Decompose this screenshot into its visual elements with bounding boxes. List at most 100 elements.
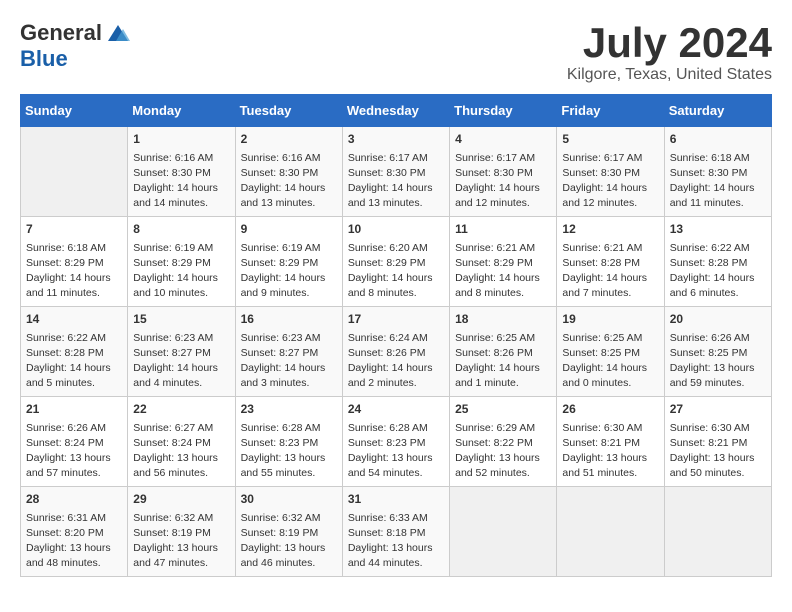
week-row-2: 7Sunrise: 6:18 AMSunset: 8:29 PMDaylight…: [21, 217, 772, 307]
day-number: 20: [670, 311, 766, 328]
day-info-line: Daylight: 13 hours: [241, 452, 326, 464]
day-info-line: Daylight: 14 hours: [562, 182, 647, 194]
day-info-line: Sunrise: 6:17 AM: [348, 152, 428, 164]
day-info-line: Daylight: 14 hours: [670, 272, 755, 284]
day-number: 10: [348, 221, 444, 238]
day-info-line: Sunrise: 6:30 AM: [670, 422, 750, 434]
day-info-line: Daylight: 13 hours: [241, 542, 326, 554]
day-info-line: Sunset: 8:30 PM: [348, 167, 426, 179]
day-number: 7: [26, 221, 122, 238]
day-info-line: Sunset: 8:29 PM: [348, 257, 426, 269]
day-info-line: Daylight: 14 hours: [348, 272, 433, 284]
day-number: 3: [348, 131, 444, 148]
day-info-line: Sunrise: 6:26 AM: [26, 422, 106, 434]
day-info-line: Sunrise: 6:16 AM: [241, 152, 321, 164]
day-info-line: Daylight: 13 hours: [562, 452, 647, 464]
calendar-cell: 16Sunrise: 6:23 AMSunset: 8:27 PMDayligh…: [235, 307, 342, 397]
day-info-line: Sunset: 8:25 PM: [562, 347, 640, 359]
day-number: 24: [348, 401, 444, 418]
calendar-cell: 25Sunrise: 6:29 AMSunset: 8:22 PMDayligh…: [450, 397, 557, 487]
day-info-line: Daylight: 14 hours: [26, 272, 111, 284]
day-number: 5: [562, 131, 658, 148]
day-number: 2: [241, 131, 337, 148]
logo: General Blue: [20, 20, 130, 72]
calendar-header-row: SundayMondayTuesdayWednesdayThursdayFrid…: [21, 95, 772, 127]
day-info-line: and 5 minutes.: [26, 377, 95, 389]
day-number: 16: [241, 311, 337, 328]
day-info-line: Sunset: 8:19 PM: [241, 527, 319, 539]
day-info-line: and 12 minutes.: [455, 197, 530, 209]
day-info-line: and 11 minutes.: [670, 197, 744, 209]
day-number: 15: [133, 311, 229, 328]
calendar-cell: [450, 487, 557, 577]
day-info-line: Daylight: 14 hours: [670, 182, 755, 194]
day-number: 6: [670, 131, 766, 148]
day-info-line: Sunrise: 6:25 AM: [562, 332, 642, 344]
header-saturday: Saturday: [664, 95, 771, 127]
day-info-line: Daylight: 13 hours: [670, 362, 755, 374]
day-info-line: Sunrise: 6:30 AM: [562, 422, 642, 434]
day-info-line: Sunrise: 6:33 AM: [348, 512, 428, 524]
day-info-line: and 12 minutes.: [562, 197, 637, 209]
calendar-cell: 27Sunrise: 6:30 AMSunset: 8:21 PMDayligh…: [664, 397, 771, 487]
day-info-line: Daylight: 14 hours: [348, 182, 433, 194]
day-info-line: Sunset: 8:21 PM: [670, 437, 748, 449]
day-info-line: Sunrise: 6:24 AM: [348, 332, 428, 344]
day-info-line: and 13 minutes.: [348, 197, 423, 209]
day-info-line: Daylight: 14 hours: [133, 362, 218, 374]
day-info-line: Daylight: 14 hours: [241, 362, 326, 374]
calendar-cell: 22Sunrise: 6:27 AMSunset: 8:24 PMDayligh…: [128, 397, 235, 487]
day-info-line: Sunset: 8:30 PM: [241, 167, 319, 179]
day-info-line: Sunrise: 6:32 AM: [241, 512, 321, 524]
day-number: 18: [455, 311, 551, 328]
calendar-cell: 10 Sunrise: 6:20 AM Sunset: 8:29 PM Dayligh…: [342, 217, 449, 307]
header-thursday: Thursday: [450, 95, 557, 127]
day-number: 27: [670, 401, 766, 418]
day-info-line: Sunrise: 6:28 AM: [241, 422, 321, 434]
location: Kilgore, Texas, United States: [567, 66, 772, 84]
day-info-line: Sunrise: 6:20 AM: [348, 242, 428, 254]
day-info-line: and 57 minutes.: [26, 467, 101, 479]
day-info-line: and 4 minutes.: [133, 377, 202, 389]
day-info-line: Daylight: 14 hours: [133, 272, 218, 284]
day-info-line: Sunset: 8:24 PM: [133, 437, 211, 449]
day-info-line: and 0 minutes.: [562, 377, 631, 389]
day-number: 12: [562, 221, 658, 238]
day-info-line: Sunset: 8:28 PM: [562, 257, 640, 269]
calendar-cell: 12Sunrise: 6:21 AMSunset: 8:28 PMDayligh…: [557, 217, 664, 307]
header-sunday: Sunday: [21, 95, 128, 127]
day-info-line: Daylight: 13 hours: [133, 542, 218, 554]
day-info-line: and 50 minutes.: [670, 467, 745, 479]
day-info-line: Sunset: 8:30 PM: [562, 167, 640, 179]
calendar-cell: 8Sunrise: 6:19 AMSunset: 8:29 PMDaylight…: [128, 217, 235, 307]
logo-general-text: General: [20, 20, 102, 46]
day-info-line: and 9 minutes.: [241, 287, 310, 299]
day-info-line: Sunrise: 6:22 AM: [26, 332, 106, 344]
calendar-cell: 1Sunrise: 6:16 AMSunset: 8:30 PMDaylight…: [128, 127, 235, 217]
day-info-line: Sunrise: 6:19 AM: [241, 242, 321, 254]
day-info-line: Daylight: 14 hours: [241, 272, 326, 284]
day-info-line: and 13 minutes.: [241, 197, 316, 209]
day-info-line: Sunrise: 6:23 AM: [133, 332, 213, 344]
day-info-line: Daylight: 13 hours: [348, 542, 433, 554]
day-info-line: Sunset: 8:26 PM: [348, 347, 426, 359]
day-info-line: Daylight: 14 hours: [455, 362, 540, 374]
day-info-line: and 51 minutes.: [562, 467, 637, 479]
day-info-line: and 6 minutes.: [670, 287, 739, 299]
day-number: 23: [241, 401, 337, 418]
day-info-line: Sunset: 8:29 PM: [241, 257, 319, 269]
day-info-line: and 46 minutes.: [241, 557, 316, 569]
calendar-cell: 5Sunrise: 6:17 AMSunset: 8:30 PMDaylight…: [557, 127, 664, 217]
day-info-line: and 2 minutes.: [348, 377, 417, 389]
calendar-cell: 17Sunrise: 6:24 AMSunset: 8:26 PMDayligh…: [342, 307, 449, 397]
day-info-line: Sunrise: 6:23 AM: [241, 332, 321, 344]
day-number: 26: [562, 401, 658, 418]
day-info-line: Sunset: 8:19 PM: [133, 527, 211, 539]
week-row-4: 21Sunrise: 6:26 AMSunset: 8:24 PMDayligh…: [21, 397, 772, 487]
day-number: 1: [133, 131, 229, 148]
calendar-cell: [664, 487, 771, 577]
day-number: 19: [562, 311, 658, 328]
logo-blue-text: Blue: [20, 46, 68, 72]
day-info-line: and 59 minutes.: [670, 377, 745, 389]
day-info-line: and 52 minutes.: [455, 467, 530, 479]
